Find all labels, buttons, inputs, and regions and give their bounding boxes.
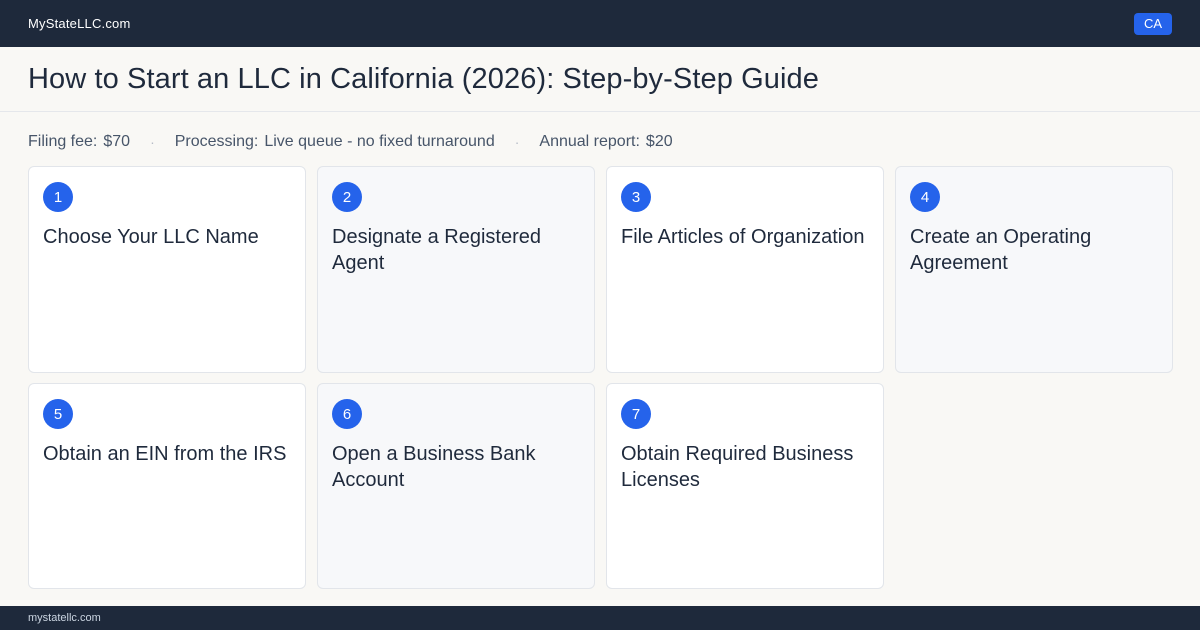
step-number-badge: 6: [332, 399, 362, 429]
processing-value: Live queue - no fixed turnaround: [264, 133, 495, 150]
filing-fee-value: $70: [103, 133, 131, 150]
annual-report-value: $20: [645, 133, 673, 150]
footer-domain-link[interactable]: mystatellc.com: [28, 612, 101, 624]
processing-label: Processing:: [174, 133, 259, 150]
step-title: Obtain Required Business Licenses: [621, 443, 854, 491]
step-title: Obtain an EIN from the IRS: [43, 443, 287, 465]
step-card-1[interactable]: 1 Choose Your LLC Name: [28, 166, 306, 373]
step-card-2[interactable]: 2 Designate a Registered Agent: [317, 166, 595, 373]
footer-bar: mystatellc.com: [0, 606, 1200, 630]
step-card-3[interactable]: 3 File Articles of Organization: [606, 166, 884, 373]
step-title: Designate a Registered Agent: [332, 226, 542, 274]
state-badge[interactable]: CA: [1134, 12, 1172, 35]
fee-summary: Filing fee: $70 · Processing: Live queue…: [28, 131, 673, 153]
step-number-badge: 4: [910, 182, 940, 212]
step-title: File Articles of Organization: [621, 226, 865, 248]
step-number-badge: 3: [621, 182, 651, 212]
filing-fee-label: Filing fee:: [28, 133, 98, 150]
page-title: How to Start an LLC in California (2026)…: [28, 62, 820, 95]
annual-report-label: Annual report:: [539, 133, 640, 150]
step-title: Choose Your LLC Name: [43, 226, 259, 248]
step-title: Open a Business Bank Account: [332, 443, 536, 491]
step-title: Create an Operating Agreement: [910, 226, 1092, 274]
title-section: How to Start an LLC in California (2026)…: [0, 47, 1200, 112]
step-card-6[interactable]: 6 Open a Business Bank Account: [317, 383, 595, 589]
steps-grid: 1 Choose Your LLC Name 2 Designate a Reg…: [28, 166, 1173, 589]
step-number-badge: 2: [332, 182, 362, 212]
step-card-7[interactable]: 7 Obtain Required Business Licenses: [606, 383, 884, 589]
step-number-badge: 1: [43, 182, 73, 212]
top-nav-bar: MyStateLLC.com CA: [0, 0, 1200, 47]
meta-separator: ·: [150, 134, 155, 150]
meta-separator: ·: [514, 134, 520, 150]
brand-link[interactable]: MyStateLLC.com: [28, 16, 131, 31]
step-number-badge: 5: [43, 399, 73, 429]
step-card-5[interactable]: 5 Obtain an EIN from the IRS: [28, 383, 306, 589]
step-number-badge: 7: [621, 399, 651, 429]
step-card-4[interactable]: 4 Create an Operating Agreement: [895, 166, 1173, 373]
